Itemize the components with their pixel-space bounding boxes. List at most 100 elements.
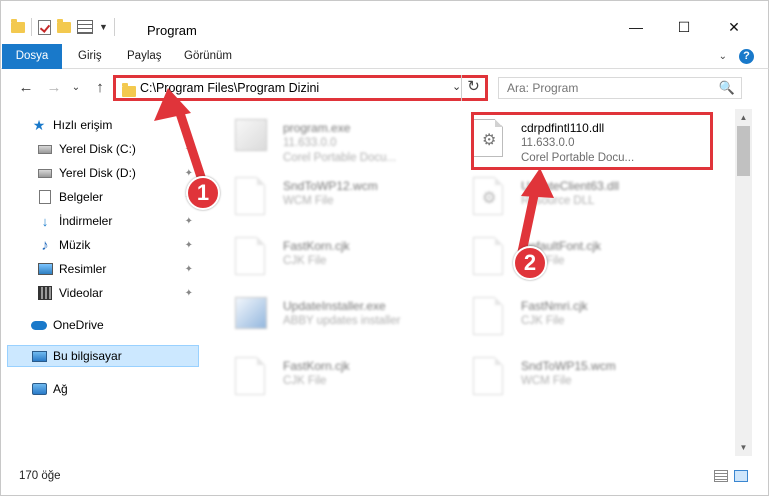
file-type: WCM File — [521, 375, 572, 387]
tab-gorunum[interactable]: Görünüm — [184, 44, 232, 68]
expand-ribbon-icon[interactable]: ⌄ — [719, 51, 727, 62]
music-icon: ♪ — [41, 236, 49, 254]
file-item[interactable]: program.exe 11.633.0.0 Corel Portable Do… — [217, 113, 457, 167]
search-input[interactable] — [499, 78, 709, 98]
file-name: SndToWP15.wcm — [521, 359, 616, 373]
folder-icon — [122, 83, 136, 97]
file-item[interactable]: FastKorn.cjk CJK File — [217, 231, 457, 285]
vertical-scrollbar[interactable]: ▲ ▼ — [735, 109, 752, 456]
file-type: CJK File — [521, 315, 565, 327]
sidebar-item-videos[interactable]: Videolar ✦ — [37, 282, 199, 304]
callout-2: 2 — [513, 246, 547, 280]
network-icon — [31, 383, 47, 395]
new-folder-icon[interactable] — [57, 18, 71, 33]
sidebar-item-label: Belgeler — [59, 190, 104, 204]
sidebar-item-pictures[interactable]: Resimler ✦ — [37, 258, 199, 280]
sidebar-item-music[interactable]: ♪ Müzik ✦ — [37, 234, 199, 256]
title-bar: ▼ Program — ☐ ✕ — [0, 0, 769, 44]
file-icon — [235, 357, 265, 395]
file-item[interactable]: SndToWP15.wcm WCM File — [455, 351, 695, 405]
cloud-icon — [31, 320, 47, 330]
address-dropdown-icon[interactable]: ⌄ — [452, 80, 461, 93]
pin-icon[interactable]: ✦ — [185, 216, 193, 227]
download-icon: ↓ — [41, 213, 49, 229]
details-view-icon[interactable] — [714, 470, 728, 482]
maximize-button[interactable]: ☐ — [661, 15, 707, 39]
navigation-pane: ★ Hızlı erişim Yerel Disk (C:) ✦ Yerel D… — [0, 109, 207, 456]
installer-icon — [235, 297, 267, 329]
file-item[interactable]: UpdateInstaller.exe ABBY updates install… — [217, 291, 457, 345]
sidebar-item-network[interactable]: Ağ — [31, 378, 199, 400]
file-name: UpdateInstaller.exe — [283, 299, 386, 313]
view-options-icon[interactable] — [77, 20, 93, 34]
sidebar-item-label: Yerel Disk (C:) — [59, 142, 136, 156]
sidebar-item-onedrive[interactable]: OneDrive — [31, 314, 199, 336]
file-item[interactable]: FastKorn.cjk CJK File — [217, 351, 457, 405]
file-icon — [235, 237, 265, 275]
file-type: CJK File — [283, 375, 327, 387]
pin-icon[interactable]: ✦ — [185, 144, 193, 155]
program-file-icon — [235, 119, 267, 151]
disk-icon — [38, 144, 52, 154]
file-type: CJK File — [283, 255, 327, 267]
pin-icon[interactable]: ✦ — [185, 264, 193, 275]
sidebar-item-label: Bu bilgisayar — [53, 349, 122, 363]
tiles-view-icon[interactable] — [734, 470, 748, 482]
sidebar-item-quick-access[interactable]: ★ Hızlı erişim — [31, 114, 229, 136]
file-type: Resource DLL — [521, 195, 595, 207]
minimize-button[interactable]: — — [613, 15, 659, 39]
file-highlight-box — [471, 112, 713, 170]
file-name: FastNmri.cjk — [521, 299, 588, 313]
sidebar-item-this-pc[interactable]: Bu bilgisayar — [7, 345, 199, 367]
sidebar-item-disk-c[interactable]: Yerel Disk (C:) ✦ — [37, 138, 199, 160]
pin-icon[interactable]: ✦ — [185, 240, 193, 251]
tab-paylas[interactable]: Paylaş — [127, 44, 162, 68]
close-button[interactable]: ✕ — [711, 15, 757, 39]
computer-icon — [31, 350, 47, 362]
disk-icon — [38, 168, 52, 178]
sidebar-item-label: Ağ — [53, 382, 68, 396]
scroll-down-icon[interactable]: ▼ — [735, 439, 752, 456]
scrollbar-thumb[interactable] — [737, 126, 750, 176]
pin-icon[interactable]: ✦ — [185, 288, 193, 299]
pin-icon[interactable]: ✦ — [185, 168, 193, 179]
file-item[interactable]: SndToWP12.wcm WCM File — [217, 171, 457, 225]
tab-giris[interactable]: Giriş — [78, 44, 102, 68]
dll-file-icon: ⚙ — [473, 177, 503, 215]
refresh-button[interactable]: ↻ — [461, 75, 485, 101]
pictures-icon — [37, 263, 53, 275]
file-name: FastKorn.cjk — [283, 239, 350, 253]
file-item[interactable]: FastNmri.cjk CJK File — [455, 291, 695, 345]
sidebar-item-downloads[interactable]: ↓ İndirmeler ✦ — [37, 210, 199, 232]
search-box[interactable]: 🔍 — [498, 77, 742, 99]
quick-access-toolbar: ▼ — [11, 17, 115, 37]
gear-icon: ⚙ — [482, 190, 497, 207]
sidebar-item-label: Yerel Disk (D:) — [59, 166, 136, 180]
star-icon: ★ — [32, 116, 46, 133]
toolbar-separator — [31, 18, 32, 36]
recent-locations-button[interactable]: ⌄ — [67, 79, 85, 97]
document-icon — [39, 190, 51, 204]
navigation-bar: ← → ⌄ ↑ C:\Program Files\Program Dizini … — [0, 69, 769, 109]
properties-check-icon[interactable] — [38, 19, 51, 35]
sidebar-item-label: Videolar — [59, 286, 103, 300]
address-path[interactable]: C:\Program Files\Program Dizini — [140, 81, 319, 95]
ribbon: Dosya Giriş Paylaş Görünüm ⌄ ? — [0, 44, 769, 98]
file-icon — [473, 297, 503, 335]
file-item[interactable]: ⚙ UpdateClient63.dll Resource DLL — [455, 171, 695, 225]
sidebar-item-disk-d[interactable]: Yerel Disk (D:) ✦ — [37, 162, 199, 184]
address-bar[interactable]: C:\Program Files\Program Dizini ⌄ ↻ — [113, 75, 488, 101]
file-item[interactable]: DefaultFont.cjk CJK File — [455, 231, 695, 285]
up-button[interactable]: ↑ — [91, 79, 109, 97]
forward-button[interactable]: → — [45, 79, 63, 97]
sidebar-item-label: Müzik — [59, 238, 91, 252]
help-icon[interactable]: ? — [739, 49, 754, 64]
file-type: ABBY updates installer — [283, 315, 401, 327]
scroll-up-icon[interactable]: ▲ — [735, 109, 752, 126]
toolbar-separator — [113, 18, 115, 36]
sidebar-item-documents[interactable]: Belgeler ✦ — [37, 186, 199, 208]
customize-dropdown-icon[interactable]: ▼ — [99, 22, 108, 32]
back-button[interactable]: ← — [17, 79, 35, 97]
file-type: WCM File — [283, 195, 334, 207]
file-icon — [235, 177, 265, 215]
